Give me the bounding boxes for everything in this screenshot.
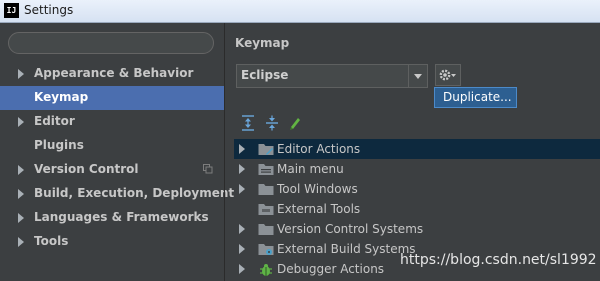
gear-menu-button[interactable] xyxy=(435,64,461,86)
collapse-all-icon[interactable] xyxy=(265,115,279,131)
expand-arrow-icon[interactable] xyxy=(18,213,24,223)
folder-edit-icon xyxy=(258,144,274,155)
tree-row-label: External Build Systems xyxy=(277,242,416,256)
sidebar-item-version-control[interactable]: Version Control xyxy=(0,158,224,182)
duplicate-menu-label: Duplicate... xyxy=(443,90,512,104)
tree-row-version-control-systems[interactable]: Version Control Systems xyxy=(234,219,600,239)
expand-arrow-icon[interactable] xyxy=(239,164,245,174)
bug-icon xyxy=(260,264,272,276)
tree-row-label: Editor Actions xyxy=(277,142,361,156)
tree-row-label: Debugger Actions xyxy=(277,262,385,276)
folder-tools-icon xyxy=(258,204,274,215)
search-input[interactable] xyxy=(8,32,214,54)
keymap-select-value: Eclipse xyxy=(241,68,289,82)
expand-arrow-icon[interactable] xyxy=(18,189,24,199)
sidebar-item-keymap[interactable]: Keymap xyxy=(0,86,224,110)
expand-all-icon[interactable] xyxy=(241,115,255,131)
expand-arrow-icon[interactable] xyxy=(239,244,245,254)
watermark-text: https://blog.csdn.net/sl1992 xyxy=(400,252,597,268)
tree-row-main-menu[interactable]: Main menu xyxy=(234,159,600,179)
expand-arrow-icon[interactable] xyxy=(18,165,24,175)
sidebar-item-plugins[interactable]: Plugins xyxy=(0,134,224,158)
sidebar-item-label: Editor xyxy=(34,114,75,128)
sidebar-item-label: Build, Execution, Deployment xyxy=(34,186,235,200)
folder-icon xyxy=(258,224,274,235)
sidebar-item-label: Appearance & Behavior xyxy=(34,66,194,80)
duplicate-menu-item[interactable]: Duplicate... xyxy=(434,87,517,108)
expand-arrow-icon[interactable] xyxy=(239,264,245,274)
expand-arrow-icon[interactable] xyxy=(239,184,245,194)
sidebar-item-label: Plugins xyxy=(34,138,84,152)
edit-pencil-icon[interactable] xyxy=(288,115,302,131)
expand-arrow-icon[interactable] xyxy=(239,224,245,234)
sidebar-item-label: Version Control xyxy=(34,162,139,176)
tree-row-tool-windows[interactable]: Tool Windows xyxy=(234,179,600,199)
expand-arrow-icon[interactable] xyxy=(239,144,245,154)
gear-icon xyxy=(439,69,456,81)
sidebar-item-label: Keymap xyxy=(34,90,89,104)
keymap-panel: Keymap Eclipse Duplicate... Editor Actio… xyxy=(225,23,600,281)
expand-arrow-icon[interactable] xyxy=(18,117,24,127)
page-title: Keymap xyxy=(235,36,290,50)
keymap-select[interactable]: Eclipse xyxy=(236,64,428,88)
title-bar: IJ Settings xyxy=(0,0,600,23)
sidebar-item-label: Tools xyxy=(34,234,69,248)
tree-row-external-tools[interactable]: External Tools xyxy=(234,199,600,219)
sidebar-item-appearance-behavior[interactable]: Appearance & Behavior xyxy=(0,62,224,86)
tree-row-editor-actions[interactable]: Editor Actions xyxy=(234,139,600,159)
folder-menu-icon xyxy=(258,164,274,175)
folder-gear-icon xyxy=(258,244,274,255)
expand-arrow-icon[interactable] xyxy=(18,237,24,247)
sidebar-item-tools[interactable]: Tools xyxy=(0,230,224,254)
folder-icon xyxy=(258,184,274,195)
tree-row-label: Main menu xyxy=(277,162,344,176)
expand-arrow-icon[interactable] xyxy=(18,69,24,79)
sidebar-item-editor[interactable]: Editor xyxy=(0,110,224,134)
settings-sidebar: Appearance & Behavior Keymap Editor Plug… xyxy=(0,23,234,281)
intellij-icon: IJ xyxy=(4,3,19,18)
sidebar-item-build-execution-deployment[interactable]: Build, Execution, Deployment xyxy=(0,182,234,206)
sidebar-item-languages-frameworks[interactable]: Languages & Frameworks xyxy=(0,206,224,230)
tree-row-label: External Tools xyxy=(277,202,361,216)
tree-row-label: Tool Windows xyxy=(277,182,358,196)
chevron-down-icon[interactable] xyxy=(408,65,427,87)
tree-row-label: Version Control Systems xyxy=(277,222,424,236)
sidebar-item-label: Languages & Frameworks xyxy=(34,210,209,224)
project-copy-icon xyxy=(203,164,213,174)
window-title: Settings xyxy=(24,3,74,17)
